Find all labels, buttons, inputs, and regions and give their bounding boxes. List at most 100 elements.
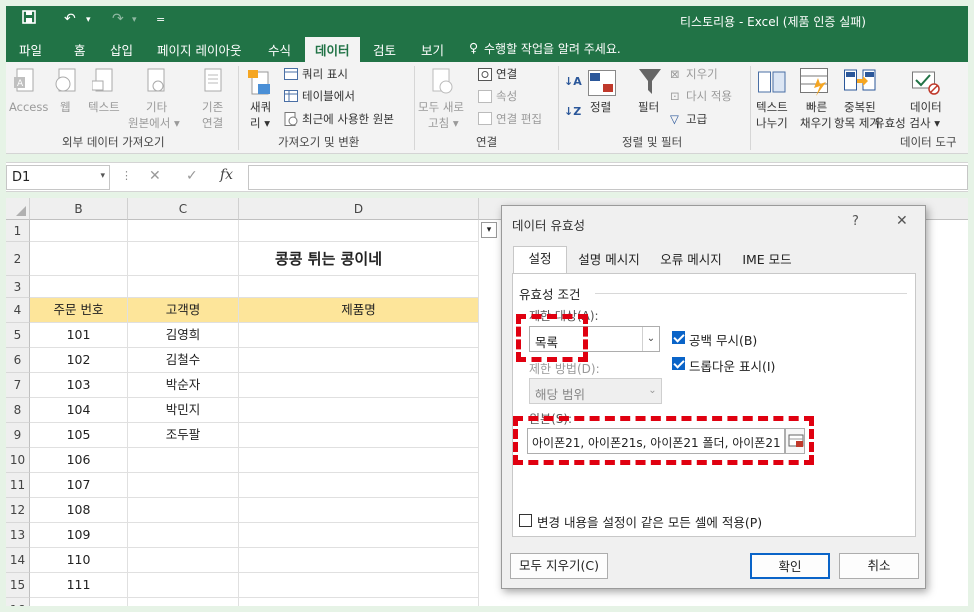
sort-button[interactable]: 정렬 [590, 100, 611, 115]
flash-fill-label-2[interactable]: 채우기 [800, 116, 832, 131]
existing-connections-label-2[interactable]: 연결 [202, 116, 223, 131]
tab-data[interactable]: 데이터 [305, 37, 360, 62]
grid-cell[interactable] [239, 242, 479, 276]
grid-cell[interactable] [30, 276, 128, 298]
grid-cell[interactable] [239, 298, 479, 323]
grid-cell[interactable] [239, 276, 479, 298]
fx-icon[interactable]: fx [220, 167, 233, 183]
tab-view[interactable]: 보기 [421, 40, 444, 59]
row-header[interactable]: 3 [6, 276, 30, 298]
grid-cell[interactable] [239, 448, 479, 473]
save-icon[interactable] [22, 10, 36, 28]
order-number-cell[interactable]: 104 [30, 398, 128, 423]
show-queries-button[interactable]: 쿼리 표시 [302, 67, 348, 82]
refresh-all-label-2[interactable]: 고침 ▾ [428, 116, 459, 131]
grid-cell[interactable] [239, 348, 479, 373]
help-button[interactable]: ? [852, 214, 859, 229]
grid-cell[interactable] [239, 423, 479, 448]
grid-cell[interactable] [239, 473, 479, 498]
tab-error-alert[interactable]: 오류 메시지 [652, 248, 730, 272]
grid-cell[interactable] [239, 220, 479, 242]
tab-insert[interactable]: 삽입 [110, 40, 133, 59]
remove-duplicates-label-1[interactable]: 중복된 [844, 100, 876, 115]
text-button[interactable]: 텍스트 [88, 100, 120, 115]
tab-input-message[interactable]: 설명 메시지 [570, 248, 648, 272]
cell-dropdown-arrow[interactable]: ▾ [481, 222, 497, 238]
connections-button[interactable]: 연결 [496, 67, 517, 82]
customer-name-cell[interactable]: 박순자 [128, 373, 239, 398]
grid-cell[interactable] [128, 448, 239, 473]
data-validation-label-2[interactable]: 유효성 검사 ▾ [874, 116, 940, 131]
advanced-filter-button[interactable]: 고급 [686, 112, 707, 127]
web-button[interactable]: 웹 [60, 100, 71, 115]
grid-cell[interactable] [128, 523, 239, 548]
allow-dropdown-icon[interactable]: ⌄ [642, 327, 659, 351]
row-header[interactable]: 6 [6, 348, 30, 373]
order-number-cell[interactable]: 110 [30, 548, 128, 573]
tab-formulas[interactable]: 수식 [268, 40, 291, 59]
customer-name-cell[interactable]: 김철수 [128, 348, 239, 373]
flash-fill-label-1[interactable]: 빠른 [806, 100, 827, 115]
filter-button[interactable]: 필터 [638, 100, 659, 115]
grid-cell[interactable] [30, 598, 128, 606]
ignore-blank-label[interactable]: 공백 무시(B) [689, 330, 757, 349]
redo-dropdown-icon[interactable]: ▾ [132, 15, 137, 25]
sort-za-icon[interactable]: ↓Z [564, 104, 581, 119]
access-button[interactable]: Access [9, 100, 48, 115]
column-header-d[interactable]: D [239, 198, 479, 220]
redo-icon[interactable]: ↷ [112, 11, 124, 27]
grid-cell[interactable] [128, 548, 239, 573]
ok-button[interactable]: 확인 [750, 553, 830, 579]
customize-qat-icon[interactable]: = [156, 13, 165, 26]
tab-settings[interactable]: 설정 [513, 246, 567, 274]
undo-dropdown-icon[interactable]: ▾ [86, 15, 91, 25]
column-header-c[interactable]: C [128, 198, 239, 220]
text-to-columns-label-2[interactable]: 나누기 [756, 116, 788, 131]
order-number-cell[interactable]: 108 [30, 498, 128, 523]
enter-icon[interactable]: ✓ [186, 168, 198, 184]
existing-connections-label-1[interactable]: 기존 [202, 100, 223, 115]
grid-cell[interactable] [128, 276, 239, 298]
tab-ime-mode[interactable]: IME 모드 [734, 248, 800, 272]
row-header[interactable]: 16 [6, 598, 30, 606]
row-header[interactable]: 9 [6, 423, 30, 448]
grid-cell[interactable] [239, 598, 479, 606]
new-query-label-1[interactable]: 새쿼 [250, 100, 271, 115]
order-number-cell[interactable]: 103 [30, 373, 128, 398]
name-box[interactable]: D1 ▾ [6, 165, 110, 190]
grid-cell[interactable] [239, 498, 479, 523]
close-button[interactable]: ✕ [896, 213, 908, 229]
grid-cell[interactable] [30, 220, 128, 242]
grid-cell[interactable] [128, 242, 239, 276]
properties-button[interactable]: 속성 [496, 89, 517, 104]
grid-cell[interactable] [128, 598, 239, 606]
tell-me-box[interactable]: 수행할 작업을 알려 주세요. [484, 40, 621, 57]
grid-cell[interactable] [239, 373, 479, 398]
grid-cell[interactable] [239, 523, 479, 548]
row-header[interactable]: 10 [6, 448, 30, 473]
customer-name-cell[interactable]: 조두팔 [128, 423, 239, 448]
from-table-button[interactable]: 테이블에서 [302, 89, 355, 104]
tab-home[interactable]: 홈 [74, 40, 86, 59]
row-header[interactable]: 15 [6, 573, 30, 598]
clear-filter-button[interactable]: 지우기 [686, 67, 718, 82]
row-header[interactable]: 13 [6, 523, 30, 548]
undo-icon[interactable]: ↶ [64, 11, 76, 27]
row-header[interactable]: 7 [6, 373, 30, 398]
row-header[interactable]: 11 [6, 473, 30, 498]
row-header[interactable]: 14 [6, 548, 30, 573]
tab-page-layout[interactable]: 페이지 레이아웃 [157, 40, 241, 59]
other-sources-label-1[interactable]: 기타 [146, 100, 167, 115]
customer-name-cell[interactable]: 김영희 [128, 323, 239, 348]
cancel-button[interactable]: 취소 [839, 553, 919, 579]
grid-cell[interactable] [239, 548, 479, 573]
apply-all-label[interactable]: 변경 내용을 설정이 같은 모든 셀에 적용(P) [537, 512, 762, 531]
text-to-columns-label-1[interactable]: 텍스트 [756, 100, 788, 115]
cancel-icon[interactable]: ✕ [149, 168, 161, 184]
tab-file[interactable]: 파일 [19, 40, 42, 59]
grid-cell[interactable] [128, 220, 239, 242]
apply-all-checkbox[interactable] [519, 514, 532, 527]
other-sources-label-2[interactable]: 원본에서 ▾ [128, 116, 180, 131]
order-number-cell[interactable]: 105 [30, 423, 128, 448]
grid-cell[interactable] [128, 473, 239, 498]
